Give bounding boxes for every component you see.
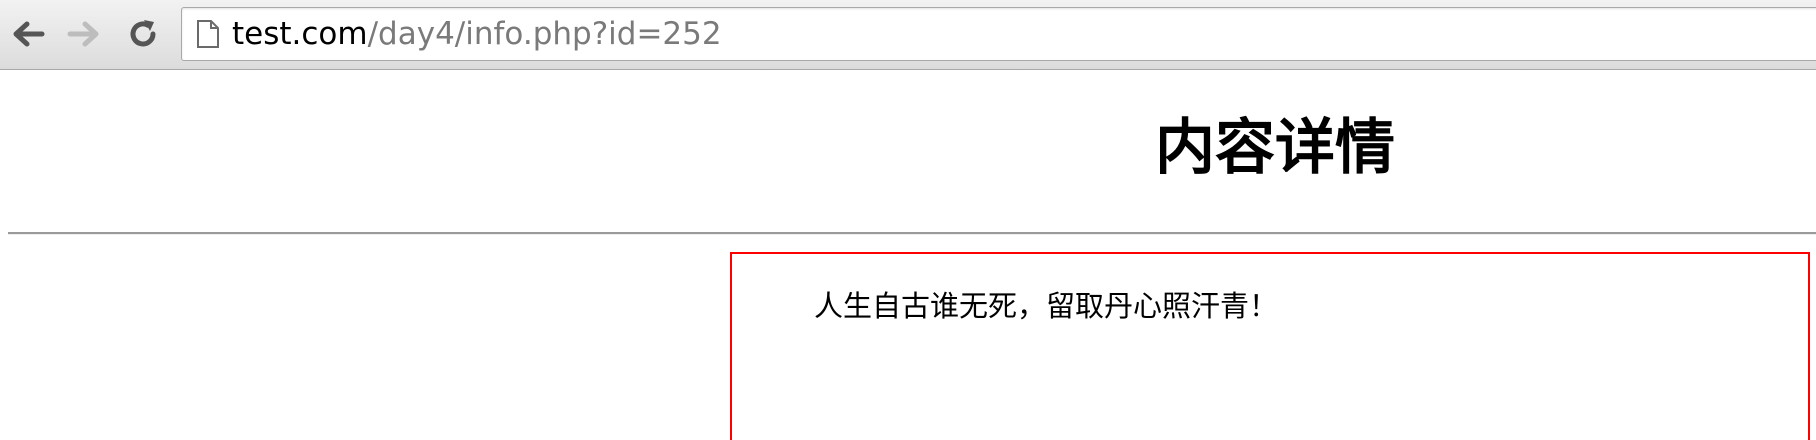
content-text: 人生自古谁无死，留取丹心照汗青！ [814, 289, 1279, 323]
reload-icon [130, 20, 156, 47]
url-host: test.com [232, 16, 368, 52]
reload-button[interactable] [123, 14, 163, 54]
back-button[interactable] [8, 14, 48, 54]
address-bar[interactable]: test.com/day4/info.php?id=252 [181, 7, 1816, 61]
back-arrow-icon [13, 21, 45, 47]
url-path: /day4/info.php?id=252 [367, 16, 722, 52]
content-box: 人生自古谁无死，留取丹心照汗青！ [730, 252, 1810, 440]
page-icon [197, 20, 219, 48]
horizontal-rule [8, 232, 1816, 235]
forward-arrow-icon [67, 21, 99, 47]
url-text[interactable]: test.com/day4/info.php?id=252 [232, 16, 722, 52]
page-title: 内容详情 [1155, 113, 1395, 183]
forward-button[interactable] [64, 14, 104, 54]
browser-toolbar: test.com/day4/info.php?id=252 [0, 0, 1816, 70]
